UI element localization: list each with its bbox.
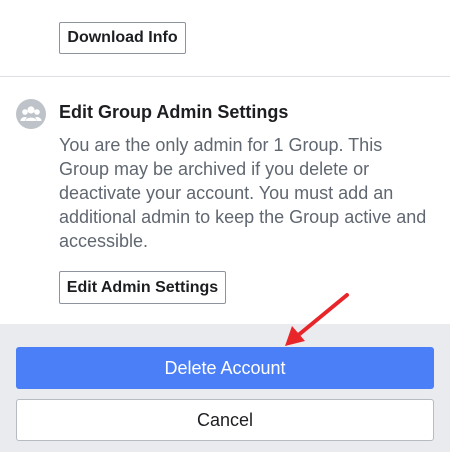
download-info-section: Download Info <box>0 0 450 76</box>
cancel-button[interactable]: Cancel <box>16 399 434 441</box>
delete-account-page: Download Info Edit Group Admin Settings … <box>0 0 450 452</box>
group-icon <box>16 99 46 129</box>
edit-admin-settings-button[interactable]: Edit Admin Settings <box>59 271 226 304</box>
group-admin-description: You are the only admin for 1 Group. This… <box>59 135 427 251</box>
group-admin-title: Edit Group Admin Settings <box>59 102 289 122</box>
download-info-button[interactable]: Download Info <box>59 22 186 54</box>
section-divider <box>0 76 450 77</box>
delete-account-button[interactable]: Delete Account <box>16 347 434 389</box>
